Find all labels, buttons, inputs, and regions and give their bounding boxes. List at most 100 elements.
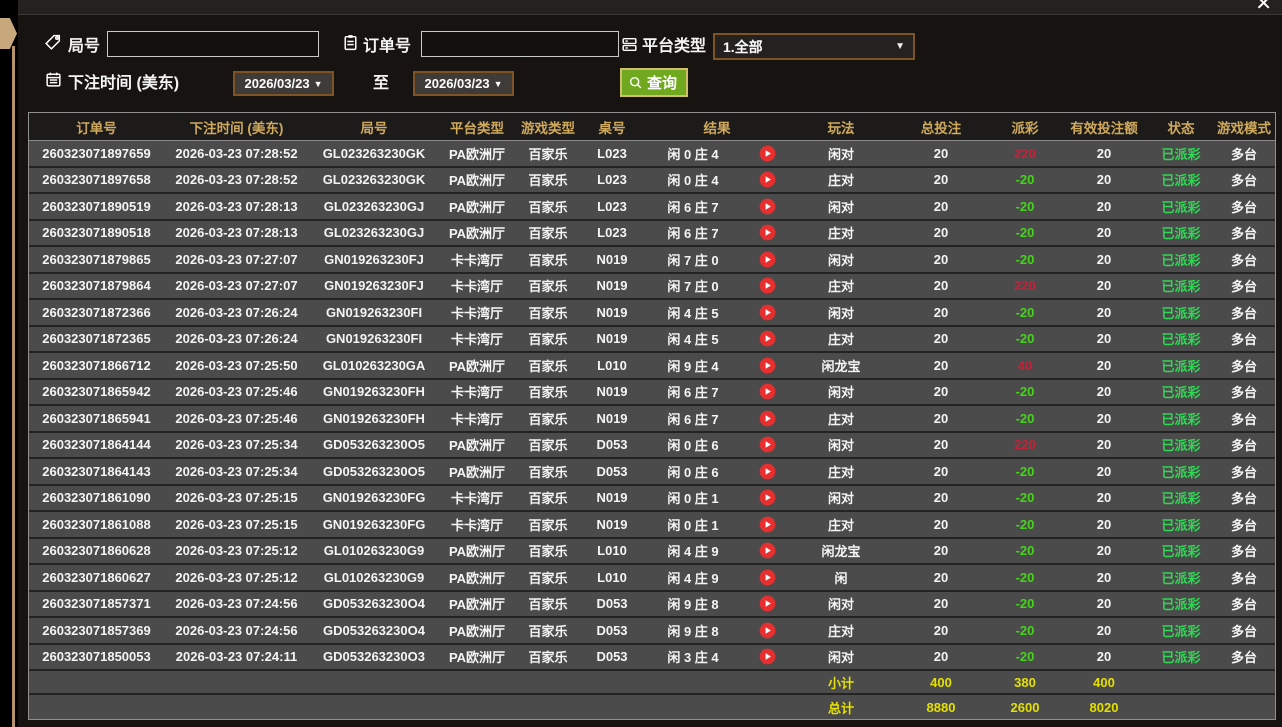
play-video-icon[interactable] bbox=[759, 145, 776, 162]
cell-time: 2026-03-23 07:28:13 bbox=[175, 198, 298, 214]
cell-game-mode: 多台 bbox=[1230, 146, 1257, 162]
cell-total-bet: 20 bbox=[933, 384, 949, 400]
cell-payout: -20 bbox=[1015, 331, 1035, 347]
cell-time: 2026-03-23 07:26:24 bbox=[175, 304, 298, 320]
cell-order: 260323071872365 bbox=[42, 331, 151, 347]
cell-game: 百家乐 bbox=[528, 597, 568, 613]
table-row: 260323071866712 2026-03-23 07:25:50 GL0102… bbox=[29, 353, 1275, 380]
cell-round: GN019263230FJ bbox=[324, 251, 424, 267]
cell-play-type: 闲对 bbox=[827, 305, 854, 321]
cell-round: GL023263230GJ bbox=[323, 225, 425, 241]
cell-platform: PA欧洲厅 bbox=[448, 226, 506, 242]
cell-game: 百家乐 bbox=[528, 146, 568, 162]
cell-valid-bet: 20 bbox=[1096, 145, 1112, 161]
play-video-icon[interactable] bbox=[759, 542, 776, 559]
cell-result: 闲 0 庄 6 bbox=[667, 464, 719, 480]
table-row: 260323071865941 2026-03-23 07:25:46 GN0192… bbox=[29, 406, 1275, 433]
query-button-label: 查询 bbox=[647, 75, 678, 92]
cell-result: 闲 0 庄 6 bbox=[667, 438, 719, 454]
play-video-icon[interactable] bbox=[759, 357, 776, 374]
cell-platform: 卡卡湾厅 bbox=[450, 517, 503, 533]
grand-total-valid-bet: 8020 bbox=[1089, 699, 1119, 715]
play-video-icon[interactable] bbox=[759, 595, 776, 612]
cell-game-mode: 多台 bbox=[1230, 570, 1257, 586]
query-button[interactable]: 查询 bbox=[620, 68, 689, 97]
table-row: 260323071850053 2026-03-23 07:24:11 GD0532… bbox=[29, 644, 1275, 671]
cell-order: 260323071890519 bbox=[42, 198, 151, 214]
cell-table: L010 bbox=[597, 569, 627, 585]
date-to-picker[interactable]: 2026/03/23 ▼ bbox=[413, 71, 514, 96]
cell-payout: -20 bbox=[1015, 463, 1035, 479]
cell-play-type: 闲对 bbox=[827, 146, 854, 162]
date-to-value: 2026/03/23 bbox=[424, 76, 490, 91]
cell-result: 闲 4 庄 5 bbox=[667, 332, 719, 348]
play-video-icon[interactable] bbox=[759, 251, 776, 268]
play-video-icon[interactable] bbox=[759, 622, 776, 639]
cell-platform: PA欧洲厅 bbox=[448, 570, 506, 586]
cell-table: N019 bbox=[596, 278, 628, 294]
cell-game: 百家乐 bbox=[528, 517, 568, 533]
search-toolbar: 局号 订单号 平台类型 1.全部 ▼ 下注时间 (美东) 2026/03/23 … bbox=[18, 16, 1282, 112]
play-video-icon[interactable] bbox=[759, 569, 776, 586]
play-video-icon[interactable] bbox=[759, 224, 776, 241]
window-titlebar: ✕ bbox=[18, 0, 1282, 15]
cell-table: D053 bbox=[596, 463, 628, 479]
cell-payout: 220 bbox=[1014, 437, 1036, 453]
cell-game-mode: 多台 bbox=[1230, 385, 1257, 401]
play-video-icon[interactable] bbox=[759, 489, 776, 506]
cell-play-type: 闲对 bbox=[827, 199, 854, 215]
play-video-icon[interactable] bbox=[759, 648, 776, 665]
bet-time-label: 下注时间 (美东) bbox=[68, 75, 180, 92]
cell-play-type: 闲对 bbox=[827, 438, 854, 454]
play-video-icon[interactable] bbox=[759, 463, 776, 480]
header-cell: 有效投注额 bbox=[1070, 120, 1138, 136]
play-video-icon[interactable] bbox=[759, 516, 776, 533]
table-row: 260323071890518 2026-03-23 07:28:13 GL0232… bbox=[29, 220, 1275, 247]
cell-total-bet: 20 bbox=[933, 278, 949, 294]
order-number-input[interactable] bbox=[421, 31, 619, 57]
header-cell: 下注时间 (美东) bbox=[189, 120, 284, 136]
cell-round: GL010263230GA bbox=[322, 357, 426, 373]
table-row: 260323071872365 2026-03-23 07:26:24 GN0192… bbox=[29, 326, 1275, 353]
play-video-icon[interactable] bbox=[759, 383, 776, 400]
play-video-icon[interactable] bbox=[759, 171, 776, 188]
cell-total-bet: 20 bbox=[933, 304, 949, 320]
header-cell: 状态 bbox=[1167, 120, 1195, 136]
header-cell: 订单号 bbox=[76, 120, 117, 136]
cell-game: 百家乐 bbox=[528, 199, 568, 215]
cell-play-type: 闲龙宝 bbox=[821, 358, 861, 374]
cell-table: L023 bbox=[597, 198, 627, 214]
cell-table: N019 bbox=[596, 331, 628, 347]
cell-time: 2026-03-23 07:28:52 bbox=[175, 172, 298, 188]
panel-expand-tab[interactable] bbox=[0, 18, 17, 49]
header-cell: 局号 bbox=[360, 120, 388, 136]
cell-round: GD053263230O4 bbox=[323, 622, 425, 638]
cell-valid-bet: 20 bbox=[1096, 278, 1112, 294]
play-video-icon[interactable] bbox=[759, 277, 776, 294]
cell-payout: 220 bbox=[1014, 278, 1036, 294]
cell-round: GD053263230O3 bbox=[323, 649, 425, 665]
date-from-picker[interactable]: 2026/03/23 ▼ bbox=[233, 71, 334, 96]
cell-order: 260323071864143 bbox=[42, 463, 151, 479]
play-video-icon[interactable] bbox=[759, 198, 776, 215]
cell-table: D053 bbox=[596, 596, 628, 612]
cell-valid-bet: 20 bbox=[1096, 463, 1112, 479]
play-video-icon[interactable] bbox=[759, 330, 776, 347]
cell-payout: -20 bbox=[1015, 516, 1035, 532]
play-video-icon[interactable] bbox=[759, 410, 776, 427]
cell-payout: -20 bbox=[1015, 622, 1035, 638]
platform-select[interactable]: 1.全部 ▼ bbox=[713, 33, 915, 60]
cell-time: 2026-03-23 07:24:11 bbox=[175, 649, 298, 665]
cell-status status-badge: 已派彩 bbox=[1161, 305, 1201, 321]
play-video-icon[interactable] bbox=[759, 436, 776, 453]
close-icon[interactable]: ✕ bbox=[1255, 0, 1272, 14]
cell-time: 2026-03-23 07:25:15 bbox=[175, 516, 298, 532]
cell-table: L023 bbox=[597, 225, 627, 241]
cell-result: 闲 9 庄 4 bbox=[667, 358, 719, 374]
cell-game: 百家乐 bbox=[528, 464, 568, 480]
round-number-input[interactable] bbox=[107, 31, 319, 57]
cell-order: 260323071866712 bbox=[42, 357, 151, 373]
cell-platform: PA欧洲厅 bbox=[448, 544, 506, 560]
cell-status status-badge: 已派彩 bbox=[1161, 464, 1201, 480]
play-video-icon[interactable] bbox=[759, 304, 776, 321]
